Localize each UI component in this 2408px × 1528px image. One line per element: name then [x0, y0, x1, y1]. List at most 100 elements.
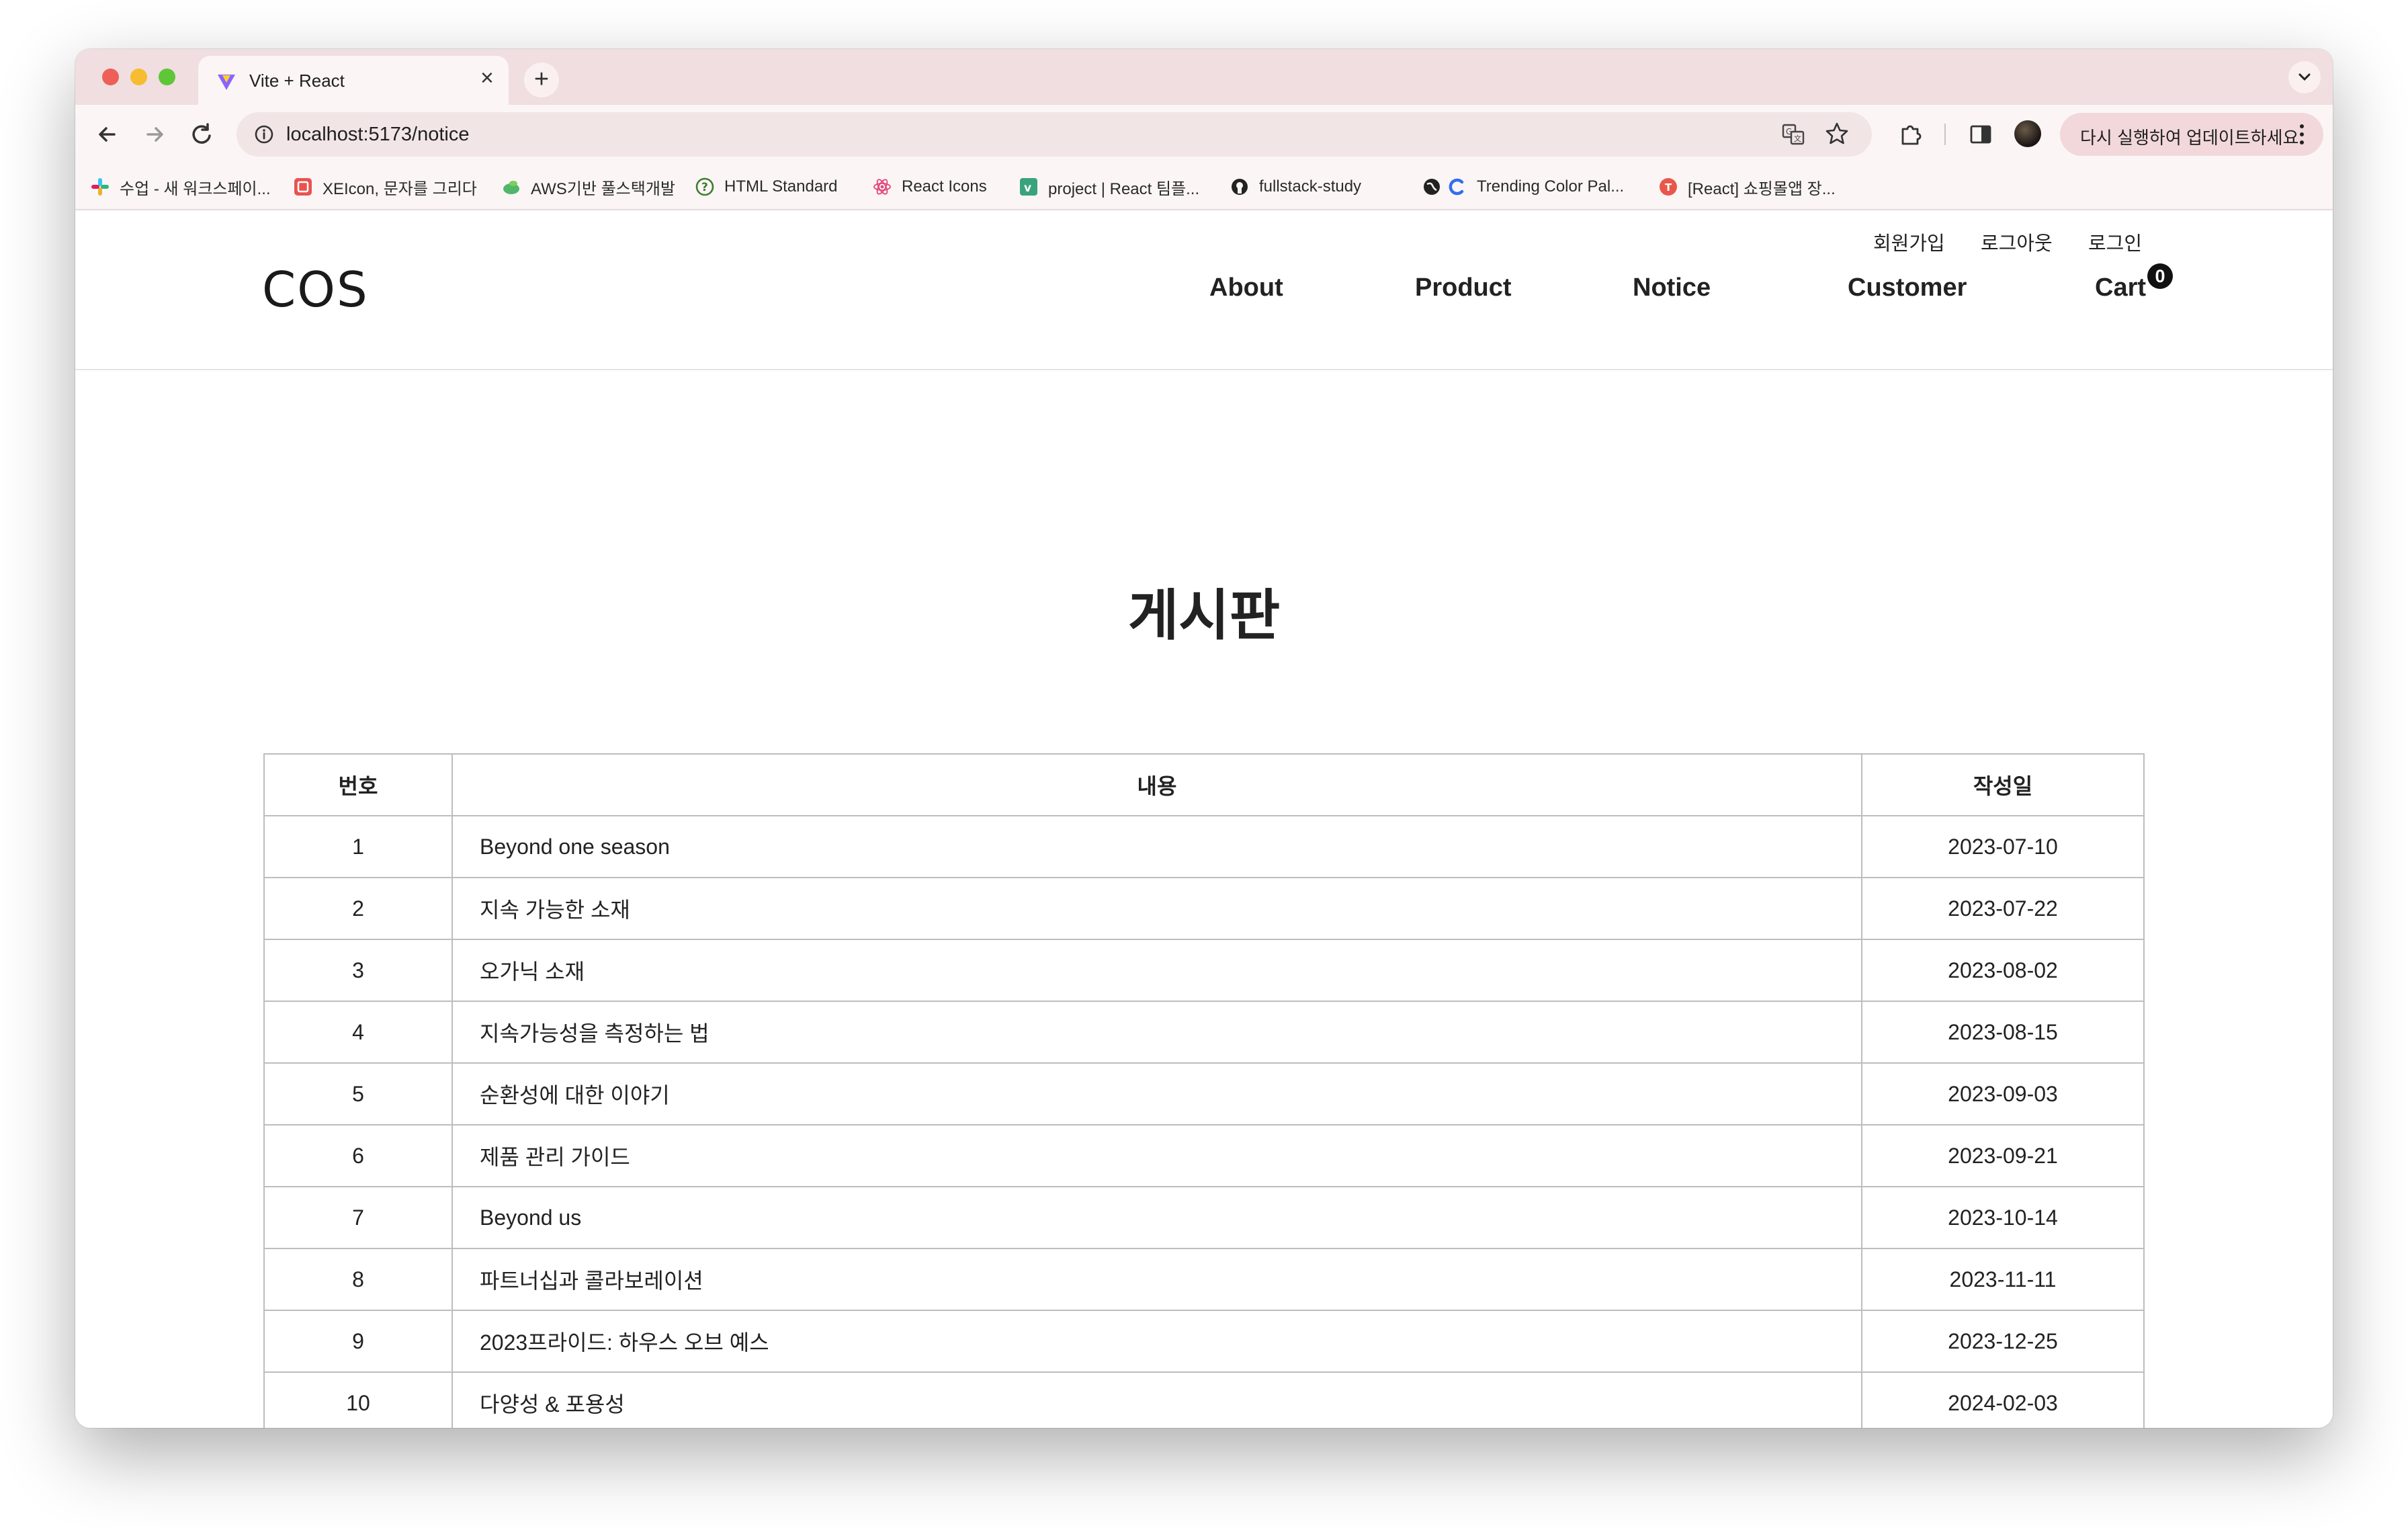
reload-icon[interactable]: [187, 120, 216, 149]
forward-arrow-icon[interactable]: [140, 120, 169, 149]
table-row[interactable]: 5 순환성에 대한 이야기 2023-09-03: [263, 1062, 2145, 1126]
bookmark-item[interactable]: v project | React 팀플...: [1019, 175, 1199, 199]
signup-link[interactable]: 회원가입: [1873, 228, 1945, 256]
row-content-link[interactable]: Beyond one season: [452, 815, 1862, 878]
address-bar[interactable]: localhost:5173/notice G 文: [236, 112, 1872, 157]
row-content-link[interactable]: 다양성 & 포용성: [452, 1371, 1862, 1428]
bookmark-star-icon[interactable]: [1825, 122, 1849, 146]
table-row[interactable]: 1 Beyond one season 2023-07-10: [263, 815, 2145, 878]
row-content-link[interactable]: Beyond us: [452, 1186, 1862, 1249]
minimize-window-button[interactable]: [130, 69, 147, 85]
nav-notice[interactable]: Notice: [1633, 273, 1711, 302]
more-menu-icon[interactable]: [2299, 122, 2305, 146]
table-header-row: 번호 내용 작성일: [263, 753, 2145, 816]
row-content-link[interactable]: 파트너십과 콜라보레이션: [452, 1248, 1862, 1311]
bookmark-label: [React] 쇼핑몰앱 장...: [1688, 179, 1836, 198]
table-row[interactable]: 8 파트너십과 콜라보레이션 2023-11-11: [263, 1248, 2145, 1311]
row-content-link[interactable]: 2023프라이드: 하우스 오브 예스: [452, 1310, 1862, 1373]
table-row[interactable]: 2 지속 가능한 소재 2023-07-22: [263, 877, 2145, 940]
tab-search-button[interactable]: [2288, 61, 2321, 93]
velog-icon: T: [1660, 178, 1677, 196]
row-date: 2023-11-11: [1861, 1248, 2145, 1311]
vite-logo-icon: [218, 75, 235, 90]
site-info-icon[interactable]: [254, 124, 274, 144]
bookmark-item[interactable]: 수업 - 새 워크스페이...: [90, 175, 271, 199]
row-number: 8: [263, 1248, 453, 1311]
close-tab-icon[interactable]: ×: [480, 67, 494, 89]
translate-icon[interactable]: G 文: [1782, 123, 1805, 146]
row-content-link[interactable]: 지속 가능한 소재: [452, 877, 1862, 940]
svg-text:v: v: [1024, 181, 1031, 195]
row-number: 2: [263, 877, 453, 940]
tab-title: Vite + React: [249, 71, 345, 91]
bookmarks-bar: 수업 - 새 워크스페이... XEIcon, 문자를 그리다 AWS기반 풀스…: [75, 163, 2333, 210]
table-row[interactable]: 3 오가닉 소재 2023-08-02: [263, 939, 2145, 1002]
table-row[interactable]: 10 다양성 & 포용성 2024-02-03: [263, 1371, 2145, 1428]
bookmark-item[interactable]: Trending Color Pal...: [1447, 175, 1624, 199]
row-content-link[interactable]: 지속가능성을 측정하는 법: [452, 1001, 1862, 1064]
page-viewport: COS 회원가입 로그아웃 로그인 About Product Notice C…: [75, 210, 2333, 1428]
row-number: 9: [263, 1310, 453, 1373]
bookmark-item[interactable]: ? HTML Standard: [695, 175, 838, 199]
site-logo[interactable]: COS: [262, 261, 369, 318]
chevron-down-icon: [2298, 73, 2311, 81]
url-text[interactable]: localhost:5173/notice: [286, 124, 469, 146]
row-content-link[interactable]: 오가닉 소재: [452, 939, 1862, 1002]
nav-customer[interactable]: Customer: [1848, 273, 1967, 302]
bookmark-item[interactable]: AWS기반 풀스택개발: [501, 175, 675, 199]
profile-avatar[interactable]: [2014, 120, 2041, 147]
nav-about[interactable]: About: [1209, 273, 1283, 302]
update-button[interactable]: 다시 실행하여 업데이트하세요.: [2060, 113, 2323, 156]
bookmark-item[interactable]: T [React] 쇼핑몰앱 장...: [1658, 175, 1836, 199]
bookmark-label: project | React 팀플...: [1048, 179, 1200, 198]
row-date: 2023-07-22: [1861, 877, 2145, 940]
column-header-number: 번호: [263, 753, 453, 816]
row-date: 2023-08-15: [1861, 1001, 2145, 1064]
table-row[interactable]: 9 2023프라이드: 하우스 오브 예스 2023-12-25: [263, 1310, 2145, 1373]
extensions-puzzle-icon[interactable]: [1897, 121, 1924, 148]
bookmark-label: 수업 - 새 워크스페이...: [120, 179, 271, 198]
cloud-leaf-icon: [503, 181, 519, 194]
row-number: 10: [263, 1371, 453, 1428]
bookmark-item[interactable]: fullstack-study: [1230, 175, 1361, 199]
nav-product[interactable]: Product: [1415, 273, 1512, 302]
table-row[interactable]: 6 제품 관리 가이드 2023-09-21: [263, 1124, 2145, 1187]
row-date: 2023-09-03: [1861, 1062, 2145, 1126]
row-number: 4: [263, 1001, 453, 1064]
table-row[interactable]: 4 지속가능성을 측정하는 법 2023-08-15: [263, 1001, 2145, 1064]
row-content-link[interactable]: 제품 관리 가이드: [452, 1124, 1862, 1187]
bookmark-item[interactable]: XEIcon, 문자를 그리다: [293, 175, 477, 199]
html-standard-icon: ?: [695, 177, 714, 196]
browser-window: Vite + React × + localhost:5173/notice G…: [75, 49, 2333, 1428]
close-window-button[interactable]: [102, 69, 119, 85]
react-icon: [873, 179, 891, 195]
svg-text:T: T: [1665, 181, 1672, 194]
bookmark-label: HTML Standard: [724, 177, 838, 196]
bookmark-label: AWS기반 풀스택개발: [531, 179, 676, 198]
row-date: 2023-08-02: [1861, 939, 2145, 1002]
new-tab-button[interactable]: +: [524, 62, 559, 97]
nav-cart[interactable]: Cart: [2095, 273, 2146, 302]
bookmark-label: fullstack-study: [1259, 177, 1362, 196]
row-number: 7: [263, 1186, 453, 1249]
row-date: 2024-02-03: [1861, 1371, 2145, 1428]
login-link[interactable]: 로그인: [2088, 228, 2142, 256]
page-title: 게시판: [1127, 585, 1281, 646]
bookmark-item[interactable]: React Icons: [872, 175, 987, 199]
back-arrow-icon[interactable]: [93, 120, 122, 149]
svg-text:文: 文: [1794, 134, 1801, 143]
row-number: 5: [263, 1062, 453, 1126]
logout-link[interactable]: 로그아웃: [1981, 228, 2053, 256]
column-header-content: 내용: [452, 753, 1862, 816]
table-row[interactable]: 7 Beyond us 2023-10-14: [263, 1186, 2145, 1249]
tab-strip: Vite + React × +: [75, 49, 2333, 105]
github-icon: [1232, 179, 1248, 195]
side-panel-icon[interactable]: [1969, 122, 1993, 146]
toolbar-divider: [1944, 124, 1946, 145]
maximize-window-button[interactable]: [159, 69, 175, 85]
globe-icon: [1424, 179, 1440, 195]
row-content-link[interactable]: 순환성에 대한 이야기: [452, 1062, 1862, 1126]
row-number: 3: [263, 939, 453, 1002]
bookmark-label: React Icons: [902, 177, 987, 196]
browser-tab[interactable]: Vite + React ×: [198, 56, 509, 105]
